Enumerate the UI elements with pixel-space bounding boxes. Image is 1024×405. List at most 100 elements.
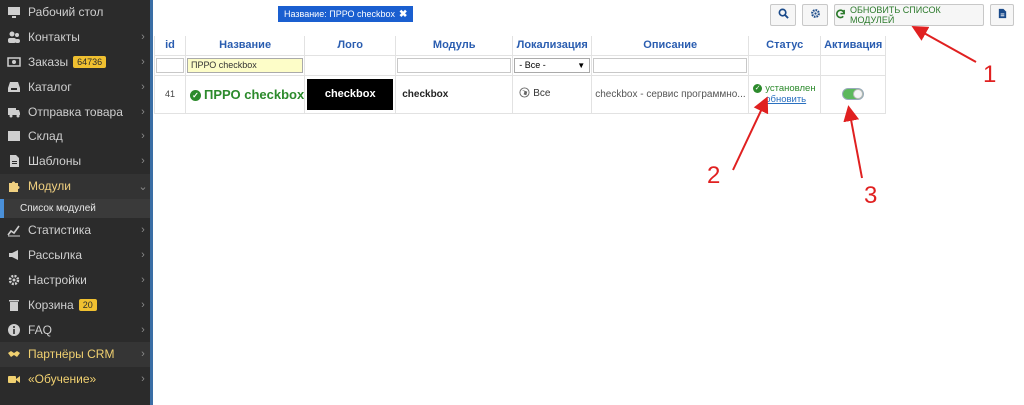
module-logo: checkbox (307, 78, 394, 110)
file-icon (997, 6, 1008, 24)
filter-description-input[interactable] (593, 57, 748, 73)
cell-name[interactable]: ✓ ПРРО checkbox (184, 74, 306, 114)
sidebar-item-shipping[interactable]: Отправка товара › (0, 99, 150, 124)
sidebar-item-templates[interactable]: Шаблоны › (0, 149, 150, 174)
check-circle-icon: ✓ (190, 89, 201, 101)
settings-button[interactable] (802, 4, 828, 26)
sidebar-item-settings[interactable]: Настройки › (0, 268, 150, 293)
chart-line-icon (0, 223, 28, 237)
cell-status: ✓ установлен обновить (748, 74, 822, 114)
sidebar-item-faq[interactable]: FAQ › (0, 317, 150, 342)
sidebar-item-trash[interactable]: Корзина 20 › (0, 292, 150, 317)
filter-logo-cell (304, 54, 397, 76)
filter-activation-cell (820, 54, 887, 76)
chevron-right-icon: › (141, 130, 145, 143)
active-filter-chip[interactable]: Название: ПРРО checkbox ✖ (278, 6, 414, 22)
filter-localization-select[interactable]: - Все - ▼ (514, 57, 591, 73)
table-row: 41 ✓ ПРРО checkbox checkbox checkbox Все … (154, 74, 887, 114)
header-activation[interactable]: Активация (820, 36, 887, 56)
refresh-modules-button[interactable]: ОБНОВИТЬ СПИСОК МОДУЛЕЙ (834, 4, 984, 26)
filter-id-input[interactable] (156, 57, 184, 73)
filter-id-cell (154, 54, 186, 76)
sidebar-item-label: Рассылка (28, 248, 83, 263)
sidebar: Рабочий стол Контакты › Заказы 64736 › Ка… (0, 0, 150, 405)
chevron-down-icon: ⌄ (138, 180, 148, 193)
orders-count-badge: 64736 (73, 55, 107, 68)
header-id[interactable]: id (154, 36, 186, 56)
sidebar-item-label: Склад (28, 129, 63, 144)
annotation-arrow-3 (843, 105, 863, 179)
truck-icon (0, 105, 28, 119)
handshake-icon (0, 347, 28, 361)
sidebar-item-dashboard[interactable]: Рабочий стол (0, 0, 150, 25)
filter-row: - Все - ▼ (154, 54, 887, 76)
check-circle-icon: ✓ (753, 84, 763, 93)
filter-name-cell (184, 54, 306, 76)
cell-description: checkbox - сервис программно... (591, 74, 750, 114)
sidebar-item-label: Статистика (28, 223, 92, 238)
sidebar-item-modules[interactable]: Модули ⌄ (0, 174, 150, 199)
cell-localization: Все (512, 74, 593, 114)
filter-chip-label: Название: ПРРО checkbox (284, 9, 396, 19)
status-label: установлен (765, 83, 816, 94)
header-status[interactable]: Статус (748, 36, 822, 56)
inbox-icon (0, 80, 28, 94)
annotation-number-3: 3 (864, 182, 878, 209)
sidebar-item-contacts[interactable]: Контакты › (0, 25, 150, 50)
gear-icon (810, 6, 821, 24)
sidebar-subitem-module-list[interactable]: Список модулей (0, 199, 150, 218)
sidebar-item-label: Модули (28, 179, 71, 194)
cell-module: checkbox (395, 74, 514, 114)
puzzle-icon (0, 179, 28, 193)
sidebar-item-label: Каталог (28, 79, 72, 94)
localization-value: Все (533, 88, 551, 99)
filter-status-cell (748, 54, 822, 76)
sidebar-item-mailing[interactable]: Рассылка › (0, 243, 150, 268)
filter-localization-value: - Все - (519, 60, 546, 70)
export-button[interactable] (990, 4, 1014, 26)
header-module[interactable]: Модуль (395, 36, 514, 56)
update-link[interactable]: обновить (753, 94, 820, 105)
sidebar-item-label: Рабочий стол (28, 5, 104, 20)
sidebar-item-training[interactable]: «Обучение» › (0, 367, 150, 392)
chevron-right-icon: › (141, 155, 145, 168)
module-name: ПРРО checkbox (204, 86, 305, 102)
sidebar-item-label: Настройки (28, 272, 87, 287)
chevron-right-icon: › (141, 105, 145, 118)
chevron-right-icon: › (141, 55, 145, 68)
header-logo: Лого (304, 36, 397, 56)
chevron-right-icon: › (141, 323, 145, 336)
annotation-arrow-1 (911, 26, 977, 63)
sidebar-item-statistics[interactable]: Статистика › (0, 218, 150, 243)
filter-name-input[interactable] (187, 57, 304, 73)
toggle-knob (853, 89, 864, 99)
table-header-row: id Название Лого Модуль Локализация Опис… (154, 36, 887, 56)
filter-localization-cell: - Все - ▼ (512, 54, 593, 76)
header-name[interactable]: Название (184, 36, 306, 56)
app-window: Рабочий стол Контакты › Заказы 64736 › Ка… (0, 0, 1024, 405)
search-icon (778, 6, 789, 24)
chevron-right-icon: › (141, 298, 145, 311)
sidebar-item-label: Отправка товара (28, 104, 123, 119)
sidebar-item-partners[interactable]: Партнёры CRM › (0, 342, 150, 367)
sidebar-item-label: Заказы 64736 (28, 55, 136, 69)
header-localization[interactable]: Локализация (512, 36, 593, 56)
header-description[interactable]: Описание (591, 36, 750, 56)
chevron-down-icon: ▼ (577, 60, 586, 70)
chevron-right-icon: › (141, 224, 145, 237)
sidebar-item-orders[interactable]: Заказы 64736 › (0, 50, 150, 75)
chevron-right-icon: › (141, 249, 145, 262)
chevron-right-icon: › (141, 373, 145, 386)
sidebar-item-warehouse[interactable]: Склад › (0, 124, 150, 149)
activation-toggle[interactable] (842, 88, 865, 100)
sidebar-item-label: Корзина 20 (28, 298, 136, 312)
sidebar-item-catalog[interactable]: Каталог › (0, 74, 150, 99)
file-icon (0, 154, 28, 168)
annotation-number-1: 1 (983, 61, 997, 88)
chevron-right-icon: › (141, 31, 145, 44)
search-button[interactable] (770, 4, 796, 26)
close-icon[interactable]: ✖ (399, 9, 407, 20)
money-icon (0, 55, 28, 69)
trash-count-badge: 20 (78, 298, 97, 311)
filter-module-input[interactable] (397, 57, 512, 73)
